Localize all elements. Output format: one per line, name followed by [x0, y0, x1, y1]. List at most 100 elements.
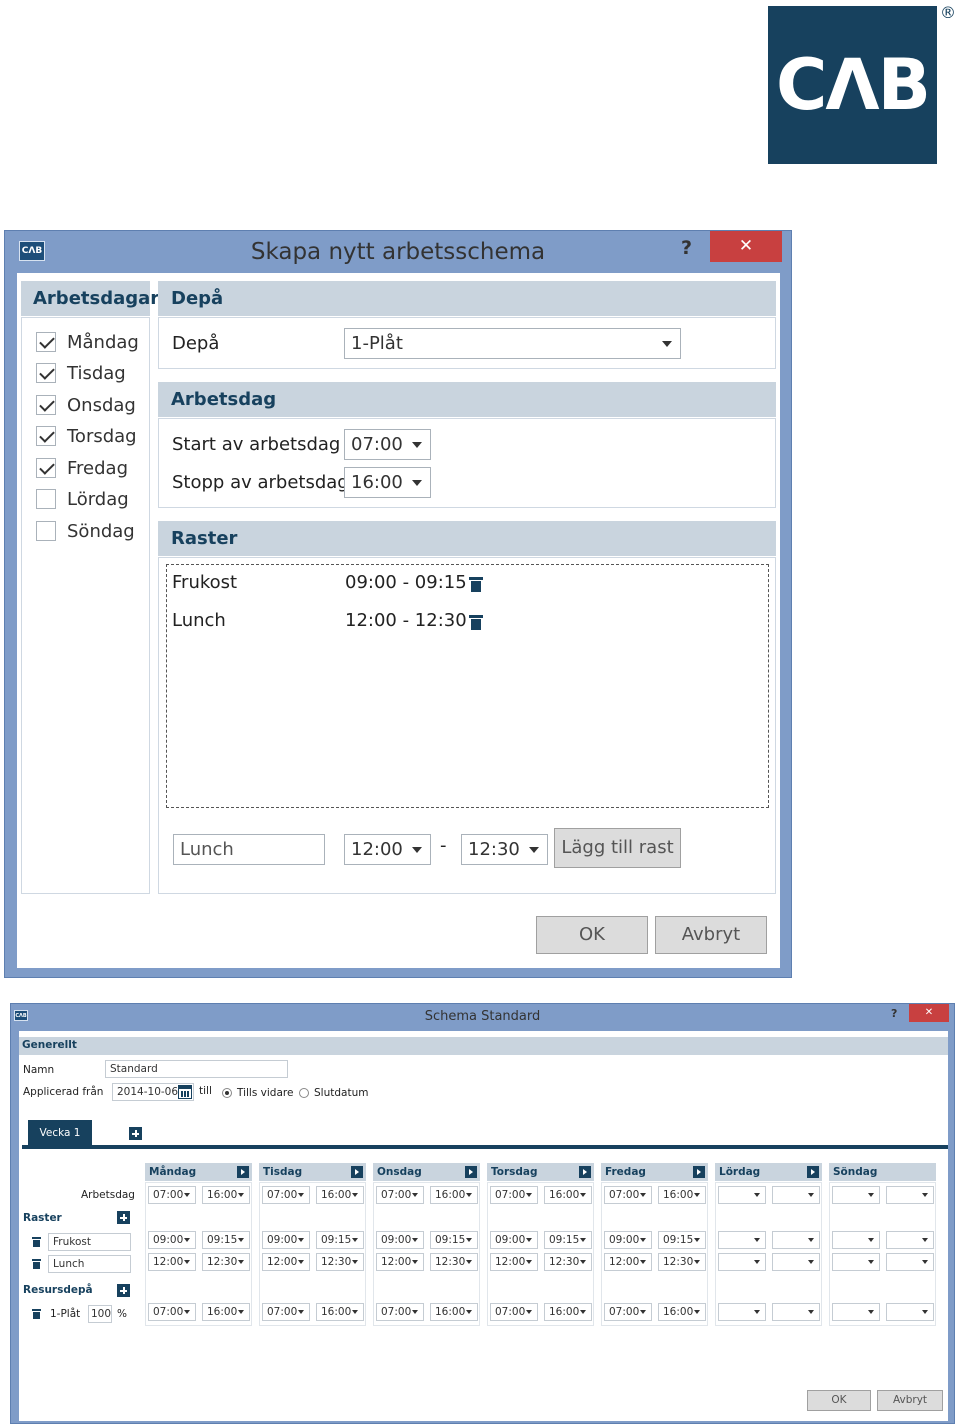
time-select-b1-from[interactable]: 09:00	[490, 1231, 538, 1249]
time-select-work-to[interactable]: 16:00	[202, 1186, 250, 1204]
time-select-b1-to[interactable]: 09:15	[544, 1231, 592, 1249]
time-select-work-from[interactable]	[718, 1186, 766, 1204]
close-button[interactable]: ✕	[710, 231, 782, 262]
time-select-dep-from[interactable]: 07:00	[148, 1303, 196, 1321]
time-select-dep-to[interactable]	[772, 1303, 820, 1321]
add-week-plus-icon[interactable]	[129, 1127, 142, 1140]
time-select-b2-to[interactable]: 12:30	[430, 1253, 478, 1271]
arrow-right-icon[interactable]	[579, 1166, 591, 1178]
time-select-dep-from[interactable]: 07:00	[376, 1303, 424, 1321]
break-name-input-1[interactable]: Frukost	[48, 1233, 131, 1251]
break-name-input[interactable]: Lunch	[173, 834, 325, 865]
add-break-button[interactable]: Lägg till rast	[554, 828, 681, 868]
time-select-b2-from[interactable]	[832, 1253, 880, 1271]
time-select-work-to[interactable]: 16:00	[430, 1186, 478, 1204]
trash-icon[interactable]	[32, 1308, 41, 1319]
tab-week-1[interactable]: Vecka 1	[28, 1120, 92, 1146]
arrow-right-icon[interactable]	[465, 1166, 477, 1178]
time-select-work-to[interactable]: 16:00	[544, 1186, 592, 1204]
depot-select[interactable]: 1-Plåt	[344, 328, 681, 359]
add-break-plus-icon[interactable]	[117, 1211, 130, 1224]
time-select-b2-to[interactable]: 12:30	[316, 1253, 364, 1271]
day-checkbox-sunday[interactable]: Söndag	[36, 517, 135, 545]
time-select-dep-from[interactable]	[832, 1303, 880, 1321]
time-select-b1-from[interactable]	[832, 1231, 880, 1249]
time-select-work-to[interactable]	[772, 1186, 820, 1204]
time-select-work-from[interactable]: 07:00	[604, 1186, 652, 1204]
time-select-b1-from[interactable]	[718, 1231, 766, 1249]
time-select-b1-to[interactable]: 09:15	[430, 1231, 478, 1249]
time-select-dep-from[interactable]: 07:00	[604, 1303, 652, 1321]
trash-icon[interactable]	[32, 1236, 41, 1247]
cancel-button[interactable]: Avbryt	[655, 916, 767, 954]
arrow-right-icon[interactable]	[351, 1166, 363, 1178]
time-select-b2-to[interactable]	[886, 1253, 934, 1271]
time-select-dep-from[interactable]	[718, 1303, 766, 1321]
workday-start-select[interactable]: 07:00	[344, 429, 431, 460]
time-select-b2-from[interactable]: 12:00	[262, 1253, 310, 1271]
time-select-dep-to[interactable]: 16:00	[658, 1303, 706, 1321]
time-select-dep-from[interactable]: 07:00	[490, 1303, 538, 1321]
time-select-b1-to[interactable]	[886, 1231, 934, 1249]
ok-button[interactable]: OK	[807, 1390, 871, 1411]
time-select-b1-from[interactable]: 09:00	[262, 1231, 310, 1249]
break-from-select[interactable]: 12:00	[344, 834, 431, 865]
day-checkbox-wednesday[interactable]: Onsdag	[36, 391, 136, 419]
time-select-b2-to[interactable]: 12:30	[658, 1253, 706, 1271]
arrow-right-icon[interactable]	[693, 1166, 705, 1178]
time-select-b2-from[interactable]: 12:00	[376, 1253, 424, 1271]
time-select-b2-from[interactable]	[718, 1253, 766, 1271]
time-select-b2-to[interactable]: 12:30	[544, 1253, 592, 1271]
day-checkbox-thursday[interactable]: Torsdag	[36, 422, 137, 450]
day-checkbox-tuesday[interactable]: Tisdag	[36, 359, 126, 387]
workday-stop-select[interactable]: 16:00	[344, 467, 431, 498]
ok-button[interactable]: OK	[536, 916, 648, 954]
time-select-b2-to[interactable]: 12:30	[202, 1253, 250, 1271]
trash-icon[interactable]	[469, 575, 483, 592]
time-select-dep-to[interactable]: 16:00	[544, 1303, 592, 1321]
time-select-b2-from[interactable]: 12:00	[148, 1253, 196, 1271]
day-checkbox-saturday[interactable]: Lördag	[36, 485, 129, 513]
time-select-dep-to[interactable]: 16:00	[430, 1303, 478, 1321]
time-select-work-to[interactable]: 16:00	[658, 1186, 706, 1204]
time-select-work-from[interactable]	[832, 1186, 880, 1204]
add-depot-plus-icon[interactable]	[117, 1284, 130, 1297]
time-select-dep-from[interactable]: 07:00	[262, 1303, 310, 1321]
time-select-b2-from[interactable]: 12:00	[604, 1253, 652, 1271]
day-checkbox-friday[interactable]: Fredag	[36, 454, 128, 482]
time-select-b1-to[interactable]	[772, 1231, 820, 1249]
time-select-b2-to[interactable]	[772, 1253, 820, 1271]
time-select-dep-to[interactable]: 16:00	[316, 1303, 364, 1321]
day-checkbox-monday[interactable]: Måndag	[36, 328, 139, 356]
time-select-b1-to[interactable]: 09:15	[316, 1231, 364, 1249]
time-select-dep-to[interactable]: 16:00	[202, 1303, 250, 1321]
trash-icon[interactable]	[469, 613, 483, 630]
time-select-work-from[interactable]: 07:00	[148, 1186, 196, 1204]
help-icon[interactable]: ?	[891, 1007, 897, 1020]
time-select-b1-from[interactable]: 09:00	[148, 1231, 196, 1249]
break-to-select[interactable]: 12:30	[461, 834, 548, 865]
break-name-input-2[interactable]: Lunch	[48, 1255, 131, 1273]
time-select-work-from[interactable]: 07:00	[376, 1186, 424, 1204]
close-button[interactable]: ✕	[909, 1004, 949, 1022]
time-select-b2-from[interactable]: 12:00	[490, 1253, 538, 1271]
radio-until-further[interactable]	[222, 1088, 232, 1098]
time-select-b1-from[interactable]: 09:00	[604, 1231, 652, 1249]
trash-icon[interactable]	[32, 1258, 41, 1269]
calendar-icon[interactable]	[178, 1085, 192, 1099]
time-select-b1-to[interactable]: 09:15	[202, 1231, 250, 1249]
time-select-work-to[interactable]: 16:00	[316, 1186, 364, 1204]
time-select-dep-to[interactable]	[886, 1303, 934, 1321]
help-icon[interactable]: ?	[681, 237, 692, 259]
time-select-b1-from[interactable]: 09:00	[376, 1231, 424, 1249]
arrow-right-icon[interactable]	[807, 1166, 819, 1178]
cancel-button[interactable]: Avbryt	[877, 1390, 943, 1411]
name-input[interactable]: Standard	[105, 1060, 288, 1078]
time-select-work-to[interactable]	[886, 1186, 934, 1204]
time-select-b1-to[interactable]: 09:15	[658, 1231, 706, 1249]
depot-percent-input[interactable]: 100	[88, 1305, 112, 1323]
radio-end-date[interactable]	[299, 1088, 309, 1098]
arrow-right-icon[interactable]	[237, 1166, 249, 1178]
time-select-work-from[interactable]: 07:00	[490, 1186, 538, 1204]
time-select-work-from[interactable]: 07:00	[262, 1186, 310, 1204]
